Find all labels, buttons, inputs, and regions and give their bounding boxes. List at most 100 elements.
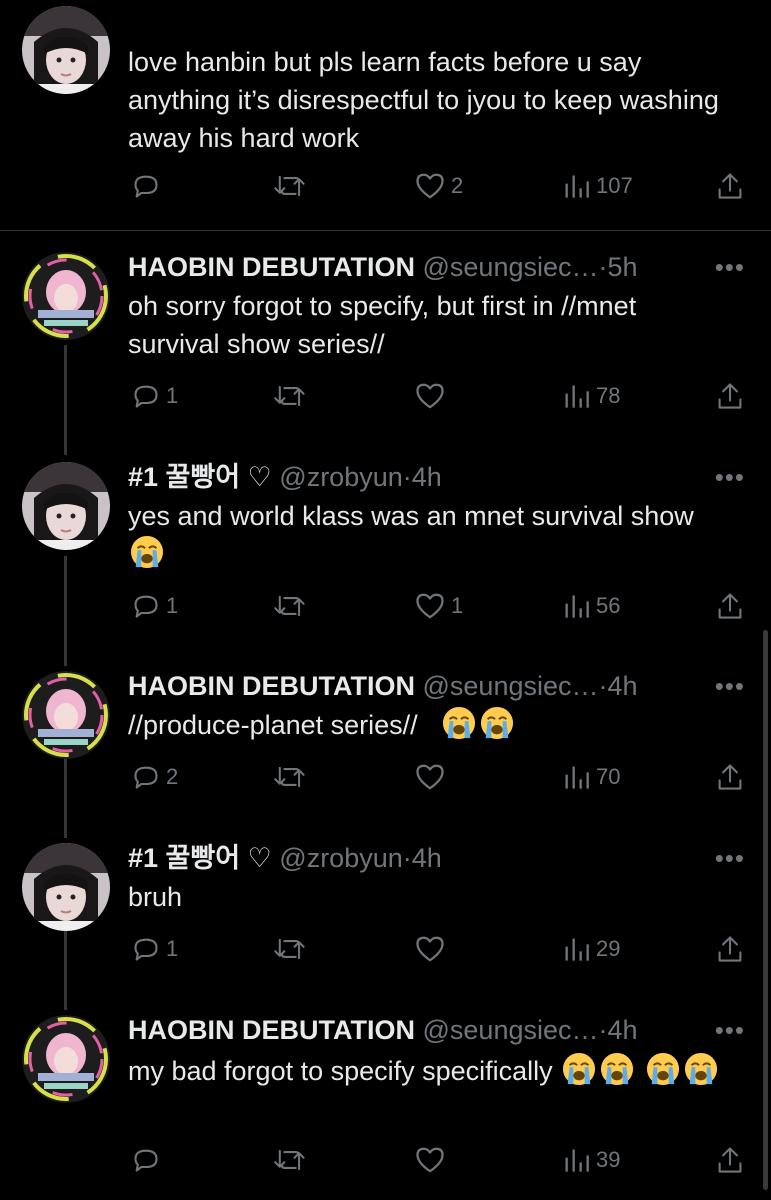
heart-icon — [416, 593, 444, 619]
reply-icon — [134, 175, 158, 198]
separator-dot: · — [598, 671, 608, 701]
reply-button[interactable]: 1 — [132, 376, 178, 416]
retweet-button[interactable] — [273, 929, 307, 969]
views-count: 107 — [596, 173, 633, 198]
display-name[interactable]: HAOBIN DEBUTATION — [128, 1015, 415, 1045]
reply-icon — [134, 1149, 158, 1172]
reply-count: 2 — [166, 764, 179, 789]
views-button[interactable]: 107 — [562, 166, 633, 206]
timestamp[interactable]: 5h — [608, 252, 638, 282]
like-button[interactable] — [415, 376, 451, 416]
display-name[interactable]: #1 꿀빵어 ♡ — [128, 462, 272, 492]
loudly-crying-face-emoji — [130, 535, 164, 569]
more-icon[interactable]: ••• — [715, 254, 745, 280]
share-button[interactable] — [716, 376, 744, 416]
scrollbar[interactable] — [763, 630, 768, 1190]
user-handle[interactable]: @seungsiec… — [423, 671, 599, 701]
reply-button[interactable]: 1 — [132, 586, 178, 626]
avatar[interactable] — [22, 462, 110, 550]
views-count: 29 — [596, 936, 621, 961]
reply-button[interactable]: 2 — [132, 757, 178, 797]
tweet[interactable]: #1 꿀빵어 ♡ @zrobyun·4h ••• yes and world k… — [0, 462, 771, 652]
avatar-image-girl — [22, 843, 110, 931]
retweet-button[interactable] — [273, 376, 307, 416]
tweet[interactable]: #1 꿀빵어 ♡ @zrobyun·4h ••• bruh 1 29 — [0, 843, 771, 993]
more-icon[interactable]: ••• — [715, 1017, 745, 1043]
tweet[interactable]: love hanbin but pls learn facts before u… — [0, 0, 771, 228]
reply-button[interactable] — [132, 1140, 166, 1180]
reply-count: 1 — [166, 383, 179, 408]
views-button[interactable]: 29 — [562, 929, 620, 969]
avatar[interactable] — [22, 843, 110, 931]
tweet-actions: 2 70 — [0, 757, 771, 797]
avatar[interactable] — [22, 671, 110, 759]
user-handle[interactable]: @seungsiec… — [423, 252, 599, 282]
more-icon[interactable]: ••• — [715, 464, 745, 490]
like-button[interactable] — [415, 1140, 451, 1180]
retweet-button[interactable] — [273, 166, 307, 206]
views-count: 78 — [596, 383, 621, 408]
views-icon — [565, 766, 589, 789]
display-name[interactable]: #1 꿀빵어 ♡ — [128, 843, 272, 873]
share-button[interactable] — [716, 166, 744, 206]
timestamp[interactable]: 4h — [608, 671, 638, 701]
share-icon — [718, 383, 742, 409]
avatar-image-pink-hair — [22, 671, 110, 759]
avatar-image-girl — [22, 462, 110, 550]
share-button[interactable] — [716, 586, 744, 626]
tweet[interactable]: HAOBIN DEBUTATION @seungsiec…·4h ••• //p… — [0, 671, 771, 821]
tweet-actions: 2 107 — [0, 166, 771, 206]
tweet-actions: 1 29 — [0, 929, 771, 969]
avatar-image-girl — [22, 6, 110, 94]
display-name[interactable]: HAOBIN DEBUTATION — [128, 671, 415, 701]
user-handle[interactable]: @zrobyun — [279, 462, 402, 492]
views-button[interactable]: 70 — [562, 757, 620, 797]
views-button[interactable]: 78 — [562, 376, 620, 416]
timestamp[interactable]: 4h — [608, 1015, 638, 1045]
tweet-header: HAOBIN DEBUTATION @seungsiec…·4h — [128, 1015, 741, 1045]
heart-icon — [416, 383, 444, 409]
retweet-button[interactable] — [273, 586, 307, 626]
loudly-crying-face-emoji — [481, 706, 514, 740]
tweet[interactable]: HAOBIN DEBUTATION @seungsiec…·5h ••• oh … — [0, 252, 771, 442]
retweet-icon — [274, 595, 305, 617]
more-icon[interactable]: ••• — [715, 673, 745, 699]
retweet-button[interactable] — [273, 1140, 307, 1180]
tweet-header: HAOBIN DEBUTATION @seungsiec…·4h — [128, 671, 741, 701]
user-handle[interactable]: @zrobyun — [279, 843, 402, 873]
loudly-crying-face-emoji — [443, 706, 476, 740]
retweet-button[interactable] — [273, 757, 307, 797]
avatar-image-pink-hair — [22, 252, 110, 340]
views-button[interactable]: 39 — [562, 1140, 620, 1180]
avatar[interactable] — [22, 1015, 110, 1103]
reply-icon — [134, 385, 158, 408]
timestamp[interactable]: 4h — [412, 462, 442, 492]
share-button[interactable] — [716, 757, 744, 797]
like-button[interactable]: 1 — [415, 586, 463, 626]
share-button[interactable] — [716, 1140, 744, 1180]
like-button[interactable]: 2 — [415, 166, 463, 206]
share-button[interactable] — [716, 929, 744, 969]
loudly-crying-face-emoji — [646, 1052, 679, 1086]
views-icon — [565, 1149, 589, 1172]
tweet[interactable]: HAOBIN DEBUTATION @seungsiec…·4h ••• my … — [0, 1015, 771, 1195]
timestamp[interactable]: 4h — [412, 843, 442, 873]
avatar[interactable] — [22, 6, 110, 94]
share-icon — [718, 1147, 742, 1173]
like-button[interactable] — [415, 757, 451, 797]
reply-button[interactable] — [132, 166, 166, 206]
heart-icon — [416, 764, 444, 790]
views-button[interactable]: 56 — [562, 586, 620, 626]
tweet-header: HAOBIN DEBUTATION @seungsiec…·5h — [128, 252, 741, 282]
like-button[interactable] — [415, 929, 451, 969]
reply-count: 1 — [166, 593, 179, 618]
more-icon[interactable]: ••• — [715, 845, 745, 871]
reply-button[interactable]: 1 — [132, 929, 178, 969]
display-name[interactable]: HAOBIN DEBUTATION — [128, 252, 415, 282]
user-handle[interactable]: @seungsiec… — [423, 1015, 599, 1045]
views-count: 70 — [596, 764, 621, 789]
like-count: 1 — [451, 593, 464, 618]
reply-icon — [134, 595, 158, 618]
avatar[interactable] — [22, 252, 110, 340]
tweet-header: #1 꿀빵어 ♡ @zrobyun·4h — [128, 843, 741, 873]
